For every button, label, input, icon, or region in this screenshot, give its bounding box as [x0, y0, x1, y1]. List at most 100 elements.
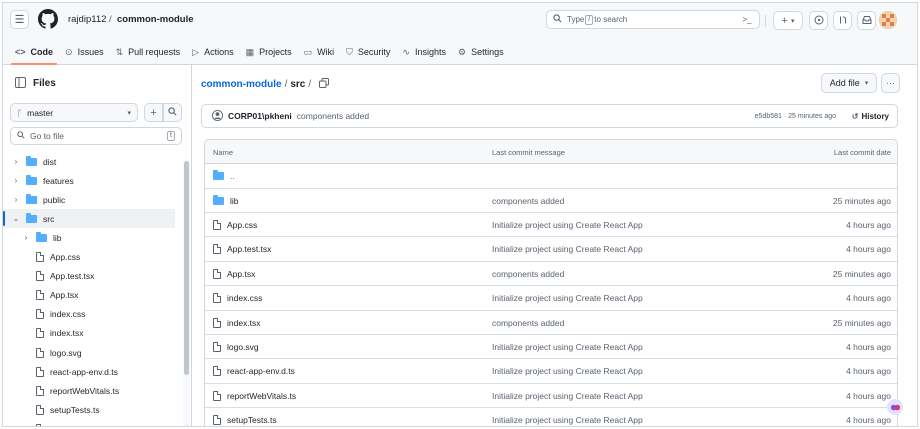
command-palette-button[interactable]: >_ [738, 12, 756, 27]
github-logo[interactable] [38, 9, 59, 29]
table-row[interactable]: logo.svg Initialize project using Create … [205, 335, 897, 360]
path-repo-link[interactable]: common-module [201, 79, 282, 90]
file-name-link[interactable]: App.tsx [227, 269, 255, 279]
tab-icon: ⇅ [115, 46, 124, 57]
tab-actions[interactable]: ▷ Actions [192, 39, 233, 65]
table-row[interactable]: index.tsx components added 25 minutes ago [205, 311, 897, 335]
chevron-icon[interactable]: ⌄ [11, 214, 21, 223]
commit-message-link[interactable]: Initialize project using Create React Ap… [492, 366, 643, 376]
tree-item-src[interactable]: ⌄ src [3, 209, 175, 229]
parent-directory-label: .. [230, 171, 235, 181]
file-name-link[interactable]: logo.svg [227, 342, 259, 352]
tree-scrollbar-thumb[interactable] [184, 161, 189, 375]
tab-projects[interactable]: ▦ Projects [246, 39, 292, 65]
tree-item-lib[interactable]: › lib [3, 228, 175, 247]
plus-icon: + [781, 14, 788, 27]
search-files-button[interactable] [163, 103, 182, 122]
owner-link[interactable]: rajdip112 [68, 14, 106, 26]
notifications-button[interactable] [857, 11, 876, 30]
file-name-link[interactable]: index.tsx [227, 318, 261, 328]
tree-item-logo-svg[interactable]: logo.svg [3, 343, 175, 362]
table-row[interactable]: setupTests.ts Initialize project using Cr… [205, 408, 897, 426]
parent-directory-row[interactable]: .. [205, 164, 897, 189]
commit-message-link[interactable]: Initialize project using Create React Ap… [492, 342, 643, 352]
commit-author-avatar[interactable] [212, 109, 223, 123]
tree-item-public[interactable]: › public [3, 190, 175, 209]
table-row[interactable]: App.css Initialize project using Create R… [205, 213, 897, 238]
path-separator: / [284, 79, 288, 90]
tree-item-setuptests-ts[interactable]: setupTests.ts [3, 400, 175, 419]
file-name-link[interactable]: setupTests.ts [227, 415, 277, 425]
tree-item-index-tsx[interactable]: index.tsx [3, 324, 175, 343]
table-row[interactable]: lib components added 25 minutes ago [205, 189, 897, 213]
tab-icon: <> [15, 47, 26, 57]
folder-icon [213, 194, 224, 205]
file-name-link[interactable]: index.css [227, 293, 262, 303]
search-input[interactable]: Type / to search [546, 10, 760, 29]
tab-label: Projects [259, 47, 292, 57]
file-name-link[interactable]: App.test.tsx [227, 244, 271, 254]
collapse-panel-button[interactable] [11, 75, 29, 92]
chevron-icon[interactable]: › [21, 233, 31, 242]
copy-path-icon[interactable] [319, 78, 330, 91]
tab-label: Actions [204, 47, 234, 57]
tab-pull-requests[interactable]: ⇅ Pull requests [116, 39, 181, 65]
commit-message-link[interactable]: Initialize project using Create React Ap… [492, 293, 643, 303]
table-row[interactable]: reportWebVitals.ts Initialize project usi… [205, 384, 897, 409]
commit-message-link[interactable]: Initialize project using Create React Ap… [492, 244, 643, 254]
tree-item-app-test-tsx[interactable]: App.test.tsx [3, 267, 175, 286]
commit-message-link[interactable]: Initialize project using Create React Ap… [492, 391, 643, 401]
tab-code[interactable]: <> Code [10, 39, 58, 65]
tree-item-label: public [43, 194, 66, 205]
repo-link[interactable]: common-module [117, 14, 194, 26]
tree-item-app-tsx[interactable]: App.tsx [3, 286, 175, 305]
tree-item-index-css[interactable]: index.css [3, 305, 175, 324]
chevron-icon[interactable]: › [11, 176, 21, 185]
tab-wiki[interactable]: ▭ Wiki [304, 39, 335, 65]
chevron-icon[interactable]: › [11, 157, 21, 166]
copilot-icon[interactable] [887, 399, 903, 415]
commit-message-link[interactable]: Initialize project using Create React Ap… [492, 415, 643, 425]
file-name-link[interactable]: react-app-env.d.ts [227, 366, 295, 376]
tab-icon: ⚙ [458, 46, 467, 57]
avatar[interactable] [879, 11, 897, 29]
branch-select[interactable]: ᚴ master ▾ [10, 103, 138, 122]
tab-insights[interactable]: ∿ Insights [402, 39, 446, 65]
file-icon [36, 423, 44, 426]
commit-message-link[interactable]: components added [492, 318, 564, 328]
tab-settings[interactable]: ⚙ Settings [458, 39, 504, 65]
file-name-link[interactable]: lib [230, 196, 239, 206]
tree-item-dist[interactable]: › dist [3, 152, 175, 171]
tab-issues[interactable]: ⊙ Issues [65, 39, 104, 65]
issues-button[interactable] [809, 11, 828, 30]
file-name-link[interactable]: App.css [227, 220, 257, 230]
tree-item-vite-env-d-ts[interactable]: vite-env.d.ts [3, 419, 175, 426]
commit-message-link[interactable]: components added [492, 196, 564, 206]
pull-requests-button[interactable] [833, 11, 852, 30]
table-row[interactable]: App.test.tsx Initialize project using Cre… [205, 237, 897, 262]
commit-message[interactable]: components added [297, 111, 369, 121]
history-link[interactable]: ↺ History [852, 112, 889, 121]
commit-message-link[interactable]: components added [492, 269, 564, 279]
tree-item-reportwebvitals-ts[interactable]: reportWebVitals.ts [3, 381, 175, 400]
file-name-link[interactable]: reportWebVitals.ts [227, 391, 296, 401]
file-icon [36, 328, 44, 339]
tree-item-react-app-env-d-ts[interactable]: react-app-env.d.ts [3, 362, 175, 381]
commit-message-link[interactable]: Initialize project using Create React Ap… [492, 220, 643, 230]
add-file-dropdown[interactable]: Add file ▾ [821, 73, 877, 93]
table-row[interactable]: App.tsx components added 25 minutes ago [205, 262, 897, 287]
tree-item-features[interactable]: › features [3, 171, 175, 190]
chevron-icon[interactable]: › [11, 195, 21, 204]
go-to-file-input[interactable]: Go to file t [10, 127, 182, 145]
commit-sha-time[interactable]: e5db581 · 25 minutes ago [755, 113, 836, 120]
tab-security[interactable]: ⛉ Security [346, 39, 390, 65]
add-file-button[interactable]: + [144, 103, 163, 122]
create-new-button[interactable]: + ▾ [773, 11, 803, 30]
file-icon [213, 268, 221, 279]
table-row[interactable]: react-app-env.d.ts Initialize project usi… [205, 359, 897, 384]
commit-author[interactable]: CORP01\pkheni [228, 111, 292, 121]
more-options-button[interactable]: ··· [881, 73, 900, 93]
table-row[interactable]: index.css Initialize project using Create… [205, 286, 897, 311]
tree-item-app-css[interactable]: App.css [3, 248, 175, 267]
menu-button[interactable]: ☰ [10, 10, 29, 29]
